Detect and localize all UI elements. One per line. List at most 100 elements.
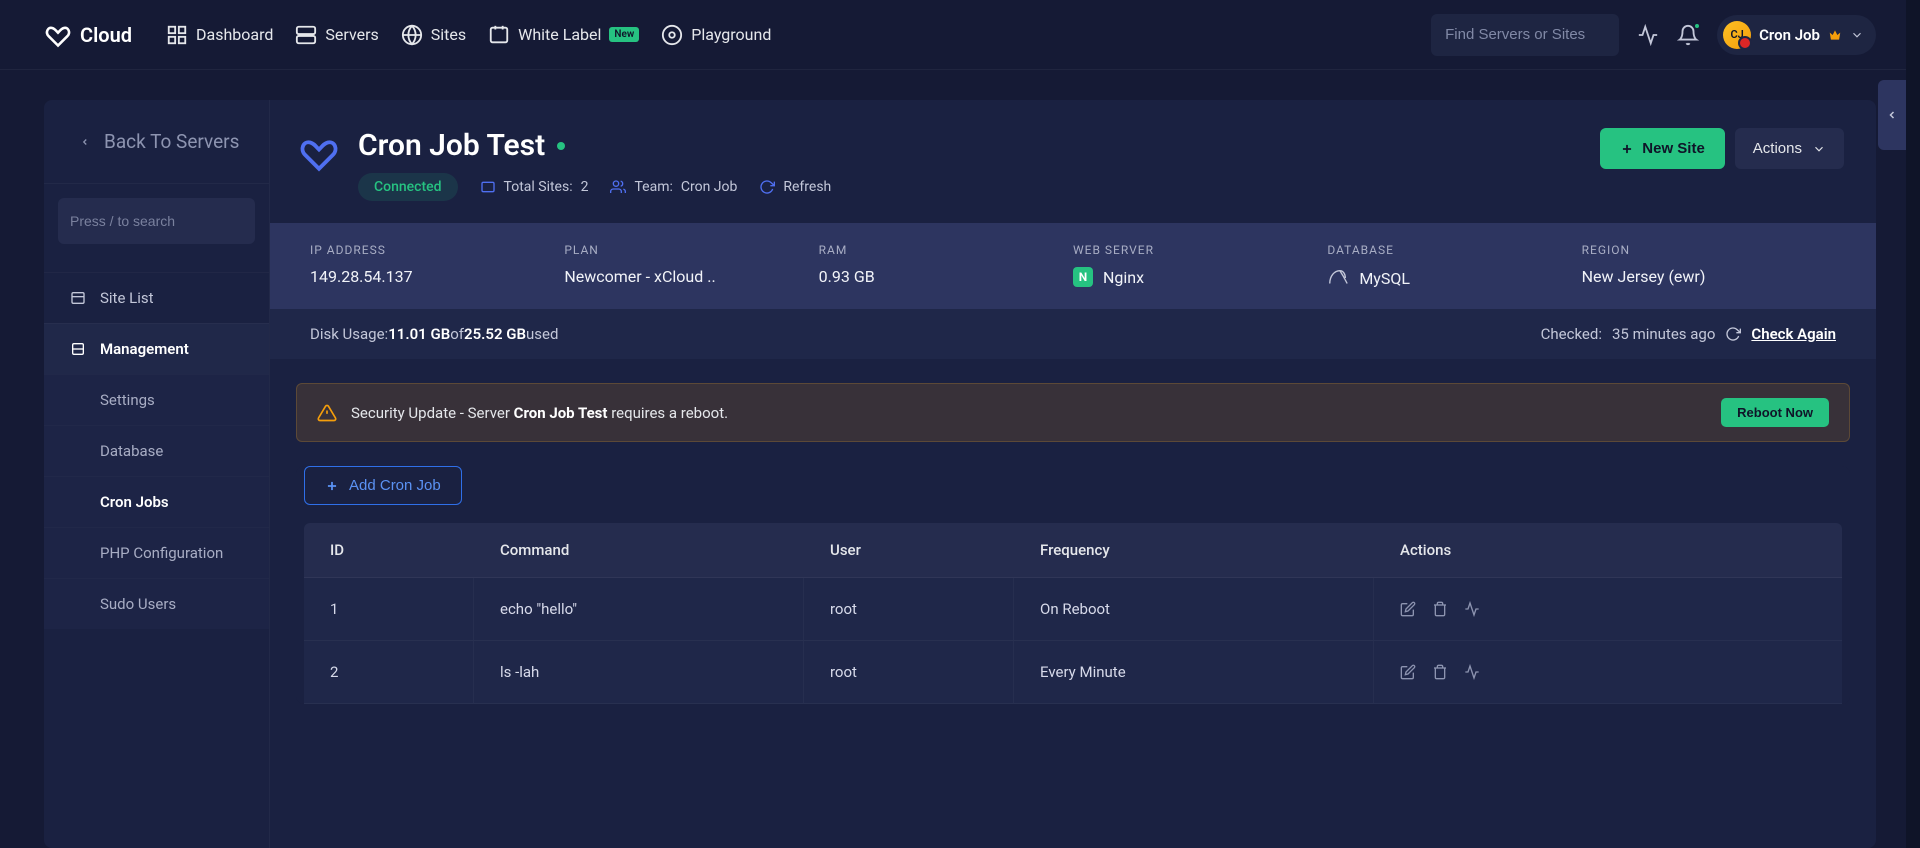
cell-user: root [804, 578, 1014, 641]
site-list-label: Site List [100, 289, 154, 307]
logo[interactable]: Cloud [44, 21, 132, 49]
edit-icon [1400, 664, 1416, 680]
user-menu[interactable]: CJ Cron Job [1717, 15, 1876, 55]
new-site-button[interactable]: New Site [1600, 128, 1725, 169]
sidebar-search[interactable] [58, 198, 255, 244]
col-id: ID [304, 523, 474, 578]
notifications-button[interactable] [1677, 24, 1699, 46]
info-ip: IP ADDRESS 149.28.54.137 [310, 243, 564, 289]
refresh-link[interactable]: Refresh [759, 179, 831, 195]
cell-user: root [804, 641, 1014, 704]
add-cron-job-button[interactable]: Add Cron Job [304, 466, 462, 505]
info-ram: RAM 0.93 GB [819, 243, 1073, 289]
col-frequency: Frequency [1014, 523, 1374, 578]
cell-frequency: Every Minute [1014, 641, 1374, 704]
header-actions: New Site Actions [1600, 128, 1844, 169]
checked-prefix: Checked: [1541, 325, 1602, 343]
table-row: 2 ls -lah root Every Minute [304, 641, 1842, 704]
sidebar-management[interactable]: Management [44, 323, 269, 374]
back-label: Back To Servers [104, 130, 239, 153]
edit-icon [1400, 601, 1416, 617]
alert-text: Security Update - Server Cron Job Test r… [351, 404, 728, 422]
disk-row: Disk Usage: 11.01 GB of 25.52 GB used Ch… [270, 309, 1876, 359]
db-value: MySQL [1327, 267, 1581, 289]
list-icon [70, 290, 86, 306]
info-database: DATABASE MySQL [1327, 243, 1581, 289]
row-actions [1400, 601, 1816, 617]
nav-dashboard-label: Dashboard [196, 25, 273, 44]
row-actions [1400, 664, 1816, 680]
edit-button[interactable] [1400, 601, 1416, 617]
table-row: 1 echo "hello" root On Reboot [304, 578, 1842, 641]
user-name: Cron Job [1759, 26, 1820, 44]
sidebar-search-input[interactable] [70, 213, 251, 229]
reboot-now-button[interactable]: Reboot Now [1721, 398, 1829, 427]
global-search[interactable] [1431, 14, 1619, 56]
web-text: Nginx [1103, 268, 1144, 287]
chevron-left-icon [1886, 107, 1898, 123]
chevron-down-icon [1812, 142, 1826, 156]
info-web-server: WEB SERVER N Nginx [1073, 243, 1327, 289]
back-to-servers[interactable]: Back To Servers [44, 100, 269, 184]
main-content: Cron Job Test Connected Total Sites: 2 T… [270, 100, 1876, 848]
collapse-panel-tab[interactable] [1878, 80, 1906, 150]
new-badge: New [609, 27, 639, 42]
status-dot [557, 142, 565, 150]
warning-icon [317, 403, 337, 423]
sidebar: Back To Servers Site List Management Set… [44, 100, 270, 848]
nav-playground[interactable]: Playground [661, 24, 771, 46]
crown-icon [1828, 28, 1842, 42]
container: Back To Servers Site List Management Set… [0, 70, 1920, 848]
sidebar-settings[interactable]: Settings [44, 374, 269, 425]
team-icon [610, 179, 626, 195]
add-cron-label: Add Cron Job [349, 477, 441, 494]
sidebar-sudo-users[interactable]: Sudo Users [44, 578, 269, 629]
chevron-down-icon [1850, 28, 1864, 42]
edit-button[interactable] [1400, 664, 1416, 680]
logo-icon [44, 21, 72, 49]
info-region: REGION New Jersey (ewr) [1582, 243, 1836, 289]
activity-button[interactable] [1637, 24, 1659, 46]
nav-dashboard[interactable]: Dashboard [166, 24, 273, 46]
mysql-icon [1327, 267, 1349, 289]
check-again-link[interactable]: Check Again [1751, 325, 1836, 343]
nav-sites[interactable]: Sites [401, 24, 466, 46]
refresh-icon [759, 179, 775, 195]
dashboard-icon [166, 24, 188, 46]
nav-white-label[interactable]: White Label New [488, 24, 639, 46]
ram-value: 0.93 GB [819, 267, 1073, 286]
db-text: MySQL [1359, 269, 1410, 288]
activity-icon [1464, 601, 1480, 617]
global-search-input[interactable] [1445, 26, 1644, 43]
refresh-label: Refresh [783, 179, 831, 195]
nav-items: Dashboard Servers Sites White Label New … [166, 24, 771, 46]
sidebar-site-list[interactable]: Site List [44, 272, 269, 323]
sites-icon [401, 24, 423, 46]
cell-id: 1 [304, 578, 474, 641]
sidebar-database[interactable]: Database [44, 425, 269, 476]
delete-button[interactable] [1432, 664, 1448, 680]
trash-icon [1432, 601, 1448, 617]
total-sites: Total Sites: 2 [480, 179, 589, 195]
delete-button[interactable] [1432, 601, 1448, 617]
actions-button[interactable]: Actions [1735, 128, 1844, 169]
col-command: Command [474, 523, 804, 578]
plus-icon [1620, 142, 1634, 156]
cell-actions [1374, 578, 1842, 641]
nav-white-label-text: White Label [518, 25, 601, 44]
cron-panel: Add Cron Job ID Command User Frequency A… [296, 466, 1850, 704]
scrollbar[interactable] [1906, 0, 1920, 848]
alert-server: Cron Job Test [514, 404, 608, 422]
chevron-left-icon [80, 135, 90, 149]
nav-servers-label: Servers [325, 25, 378, 44]
trash-icon [1432, 664, 1448, 680]
activity-button[interactable] [1464, 601, 1480, 617]
sidebar-cron-jobs[interactable]: Cron Jobs [44, 476, 269, 527]
cell-frequency: On Reboot [1014, 578, 1374, 641]
cell-actions [1374, 641, 1842, 704]
disk-total: 25.52 GB [464, 325, 526, 343]
disk-suffix: used [526, 325, 558, 343]
sidebar-php-config[interactable]: PHP Configuration [44, 527, 269, 578]
nav-servers[interactable]: Servers [295, 24, 378, 46]
activity-button[interactable] [1464, 664, 1480, 680]
